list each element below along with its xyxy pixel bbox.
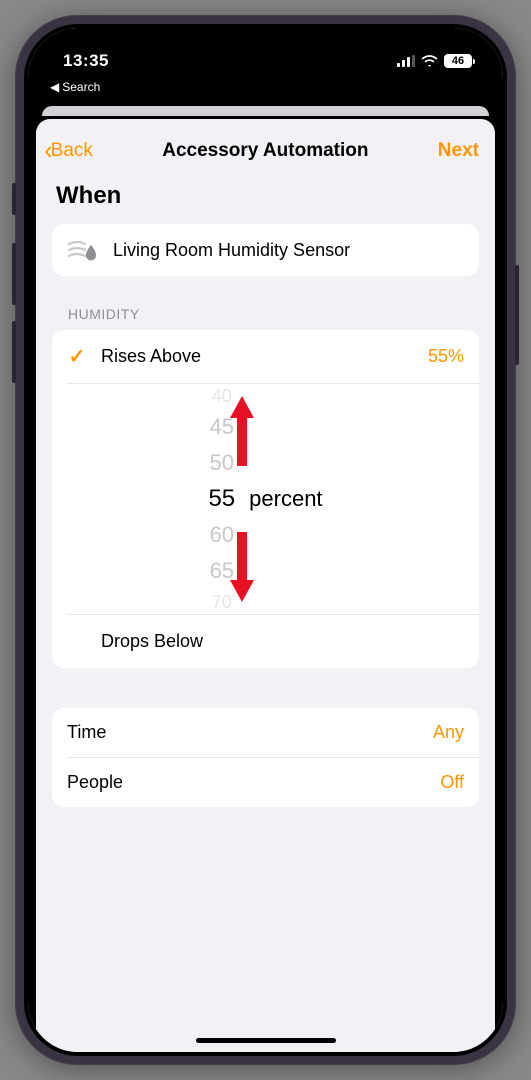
volume-down xyxy=(12,321,16,383)
people-label: People xyxy=(67,772,123,793)
battery-icon: 46 xyxy=(444,54,475,68)
nav-bar: ‹ Back Accessory Automation Next xyxy=(36,119,495,178)
page-title: Accessory Automation xyxy=(162,140,368,162)
humidity-card: ✓ Rises Above 55% xyxy=(52,330,479,668)
settings-card: Time Any People Off xyxy=(52,708,479,807)
breadcrumb-back[interactable]: ◀ Search xyxy=(28,80,503,100)
picker-option: 65 xyxy=(210,553,234,589)
time-row[interactable]: Time Any xyxy=(52,708,479,757)
sensor-card[interactable]: Living Room Humidity Sensor xyxy=(52,224,479,276)
drops-below-row[interactable]: ✓ Drops Below xyxy=(52,615,479,668)
picker-option: 70 xyxy=(212,589,232,615)
picker-option: 50 xyxy=(210,445,234,481)
volume-up xyxy=(12,243,16,305)
back-label: Back xyxy=(51,140,93,162)
picker-option-selected: 55 xyxy=(208,481,235,517)
power-button xyxy=(515,265,519,365)
people-row[interactable]: People Off xyxy=(52,758,479,807)
section-when-title: When xyxy=(56,182,475,210)
home-indicator[interactable] xyxy=(196,1038,336,1043)
picker-option: 60 xyxy=(210,517,234,553)
status-time: 13:35 xyxy=(63,51,109,71)
picker-option: 40 xyxy=(212,383,232,409)
wifi-icon xyxy=(421,55,438,67)
humidity-picker[interactable]: 40 45 50 55 60 65 70 percent xyxy=(52,384,479,614)
picker-column[interactable]: 40 45 50 55 60 65 70 xyxy=(208,383,235,615)
rises-above-label: Rises Above xyxy=(101,346,201,367)
people-value: Off xyxy=(440,772,464,793)
chevron-left-icon: ◀ xyxy=(50,80,59,94)
humidity-icon xyxy=(67,238,101,262)
time-label: Time xyxy=(67,722,106,743)
rises-above-value: 55% xyxy=(428,346,464,367)
back-button[interactable]: ‹ Back xyxy=(44,135,93,166)
next-button[interactable]: Next xyxy=(438,140,479,162)
humidity-group-label: HUMIDITY xyxy=(68,306,463,322)
cellular-icon xyxy=(397,55,415,67)
time-value: Any xyxy=(433,722,464,743)
breadcrumb-label: Search xyxy=(62,80,100,94)
picker-option: 45 xyxy=(210,409,234,445)
checkmark-icon: ✓ xyxy=(67,344,87,369)
sensor-name: Living Room Humidity Sensor xyxy=(113,240,350,261)
sheet-behind xyxy=(42,106,489,116)
drops-below-label: Drops Below xyxy=(101,631,203,652)
picker-unit: percent xyxy=(249,486,322,512)
mute-switch xyxy=(12,183,16,215)
phone-frame: 13:35 46 ◀ Search xyxy=(15,15,516,1065)
rises-above-row[interactable]: ✓ Rises Above 55% xyxy=(52,330,479,383)
dynamic-island xyxy=(207,45,325,77)
